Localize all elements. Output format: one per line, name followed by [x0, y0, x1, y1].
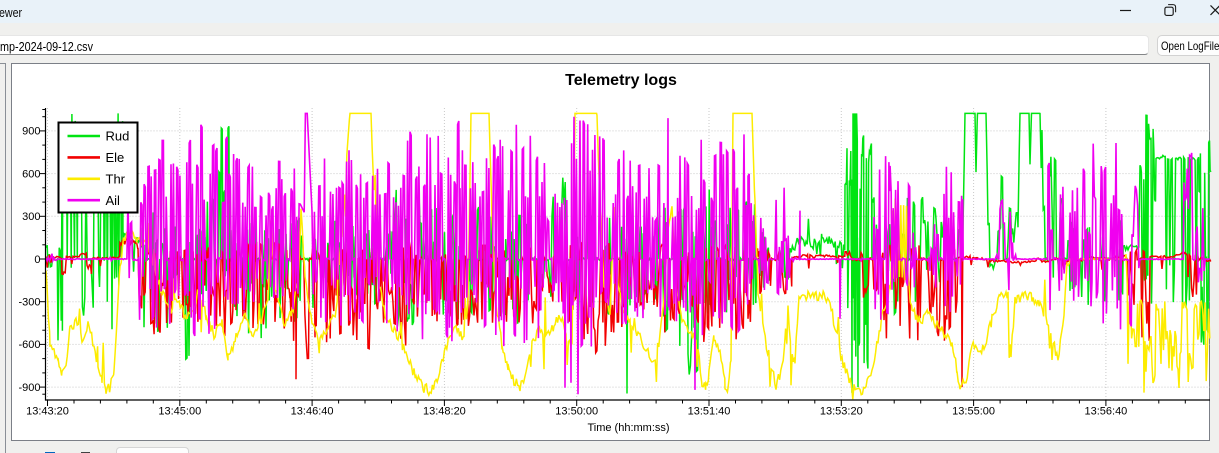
svg-text:900: 900	[22, 126, 40, 138]
svg-text:Thr: Thr	[106, 171, 126, 186]
svg-text:13:51:40: 13:51:40	[688, 406, 731, 418]
svg-text:Ele: Ele	[106, 150, 125, 165]
svg-text:300: 300	[22, 211, 40, 223]
svg-text:-900: -900	[18, 382, 40, 394]
svg-text:Rud: Rud	[106, 129, 130, 144]
svg-text:13:45:00: 13:45:00	[158, 406, 201, 418]
svg-text:13:53:20: 13:53:20	[820, 406, 863, 418]
svg-text:Time (hh:mm:ss): Time (hh:mm:ss)	[587, 422, 669, 434]
svg-text:600: 600	[22, 168, 40, 180]
svg-text:Ail: Ail	[106, 193, 121, 208]
svg-text:13:48:20: 13:48:20	[423, 406, 466, 418]
svg-text:Telemetry logs: Telemetry logs	[565, 72, 677, 89]
svg-text:13:56:40: 13:56:40	[1084, 406, 1127, 418]
svg-text:13:43:20: 13:43:20	[26, 406, 69, 418]
svg-text:13:55:00: 13:55:00	[952, 406, 995, 418]
svg-text:13:50:00: 13:50:00	[555, 406, 598, 418]
svg-text:0: 0	[34, 254, 40, 266]
svg-text:-300: -300	[18, 297, 40, 309]
svg-text:-600: -600	[18, 339, 40, 351]
svg-text:13:46:40: 13:46:40	[291, 406, 334, 418]
